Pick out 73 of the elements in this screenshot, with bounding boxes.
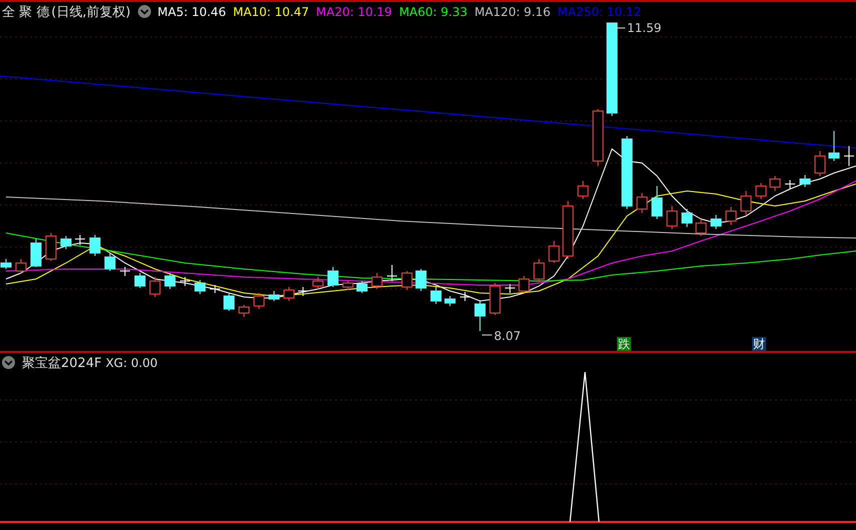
candlestick (90, 234, 100, 256)
candlestick (60, 236, 72, 250)
candlestick (372, 272, 382, 290)
candlestick (416, 268, 426, 292)
candlestick (180, 276, 190, 286)
candlestick (342, 280, 354, 290)
candlestick (46, 232, 56, 262)
event-marker[interactable]: 财 (752, 337, 766, 351)
candlestick (490, 282, 500, 316)
candlestick (652, 186, 662, 220)
low-price-label: 8.07 (494, 329, 521, 343)
candlestick (194, 280, 206, 294)
candlestick (298, 286, 308, 296)
candlestick (844, 146, 854, 166)
candlestick (460, 292, 470, 302)
indicator-reading: XG: 0.00 (106, 356, 158, 370)
candlestick (756, 182, 766, 200)
event-marker[interactable]: 跌 (617, 337, 631, 351)
candlestick (430, 286, 442, 304)
candlestick (30, 238, 42, 268)
candlestick (740, 190, 752, 216)
candlestick (770, 176, 780, 192)
candlestick (104, 252, 116, 272)
leader-line (482, 334, 492, 336)
candlestick (800, 174, 810, 188)
candlestick (328, 266, 338, 288)
candlestick (636, 192, 648, 214)
moving-average-value: MA250: 10.12 (558, 4, 642, 18)
candlestick (224, 292, 234, 312)
indicator-name: 聚宝盆2024F (22, 354, 102, 372)
candlestick (134, 272, 146, 288)
candlestick (518, 276, 530, 294)
candlestick (164, 272, 176, 290)
dropdown-icon[interactable] (138, 5, 151, 18)
candlestick (592, 108, 604, 166)
candlestick (386, 264, 398, 282)
moving-average-value: MA5: 10.46 (158, 4, 226, 18)
candlestick (814, 150, 826, 176)
candlestick (284, 286, 294, 302)
candlestick (784, 180, 796, 190)
candlestick (16, 258, 26, 274)
candlestick (120, 266, 130, 276)
candlestick (312, 276, 324, 290)
candlestick (0, 258, 12, 270)
moving-average-value: MA10: 10.47 (232, 4, 310, 18)
dropdown-icon[interactable] (2, 356, 15, 369)
candlestick (666, 206, 678, 230)
moving-average-value: MA20: 10.19 (316, 4, 392, 18)
candlestick (402, 270, 412, 290)
candlestick (682, 208, 692, 228)
moving-average-value: MA60: 9.33 (399, 4, 468, 18)
candlestick (578, 180, 588, 200)
moving-average-value: MA120: 9.16 (474, 4, 551, 18)
candlestick (150, 276, 160, 298)
candlestick (444, 296, 456, 306)
high-price-label: 11.59 (627, 21, 662, 35)
candlestick (268, 290, 280, 302)
candlestick (696, 218, 706, 236)
candlestick (74, 234, 86, 246)
candlestick (710, 214, 722, 230)
candlestick (254, 292, 264, 310)
period-label: (日线,前复权) (51, 4, 131, 20)
candlestick (562, 200, 574, 260)
candlestick (474, 300, 486, 332)
candlestick (548, 240, 560, 264)
candlestick (828, 130, 840, 162)
candlestick (726, 206, 736, 226)
candlestick (356, 280, 368, 294)
candlestick (534, 258, 544, 282)
stock-name: 全 聚 德 (2, 4, 50, 20)
candlestick (238, 304, 250, 318)
candlestick (210, 284, 220, 294)
candlestick (504, 284, 516, 294)
